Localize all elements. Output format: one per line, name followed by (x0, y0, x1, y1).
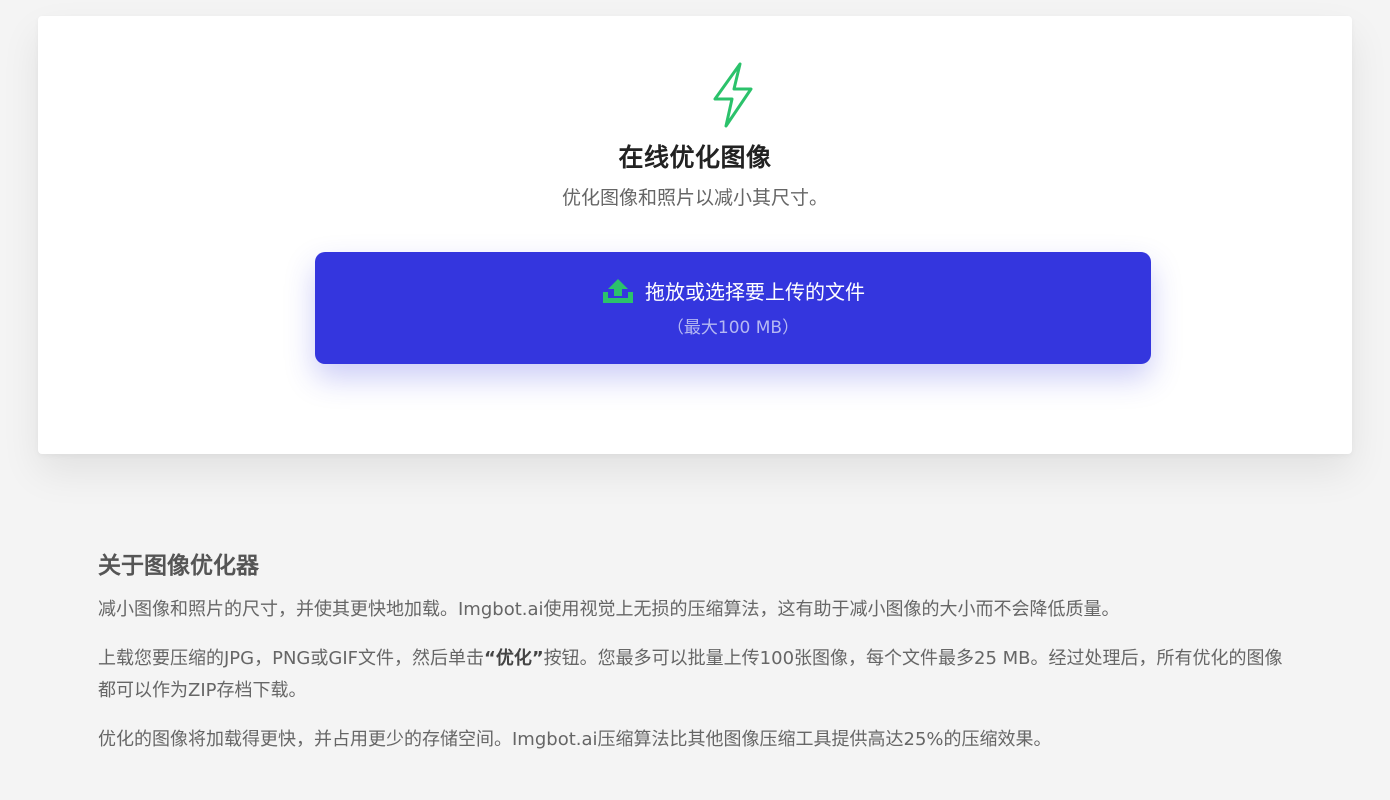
about-paragraph-2-start: 上载您要压缩的JPG，PNG或GIF文件，然后单击 (98, 648, 484, 669)
upload-size-limit: （最大100 MB） (666, 318, 800, 338)
upload-dropzone-button[interactable]: 拖放或选择要上传的文件 （最大100 MB） (315, 252, 1151, 364)
about-paragraph-2: 上载您要压缩的JPG，PNG或GIF文件，然后单击“优化”按钮。您最多可以批量上… (98, 643, 1298, 707)
lightning-bolt-icon (713, 62, 753, 128)
upload-row: 拖放或选择要上传的文件 (315, 276, 1151, 305)
upload-label: 拖放或选择要上传的文件 (645, 280, 865, 304)
page: 在线优化图像 优化图像和照片以减小其尺寸。 拖放或选择要上传的文件 （最大100… (0, 0, 1390, 800)
about-paragraph-1: 减小图像和照片的尺寸，并使其更快地加载。Imgbot.ai使用视觉上无损的压缩算… (98, 599, 1120, 620)
about-title: 关于图像优化器 (98, 553, 259, 579)
upload-icon (603, 278, 633, 303)
upload-card: 在线优化图像 优化图像和照片以减小其尺寸。 拖放或选择要上传的文件 （最大100… (38, 16, 1352, 454)
page-title: 在线优化图像 (618, 143, 772, 172)
about-paragraph-3: 优化的图像将加载得更快，并占用更少的存储空间。Imgbot.ai压缩算法比其他图… (98, 729, 1052, 750)
optimize-keyword: “优化” (484, 648, 544, 669)
page-subtitle: 优化图像和照片以减小其尺寸。 (561, 187, 828, 209)
about-section: 关于图像优化器 减小图像和照片的尺寸，并使其更快地加载。Imgbot.ai使用视… (98, 546, 1298, 773)
